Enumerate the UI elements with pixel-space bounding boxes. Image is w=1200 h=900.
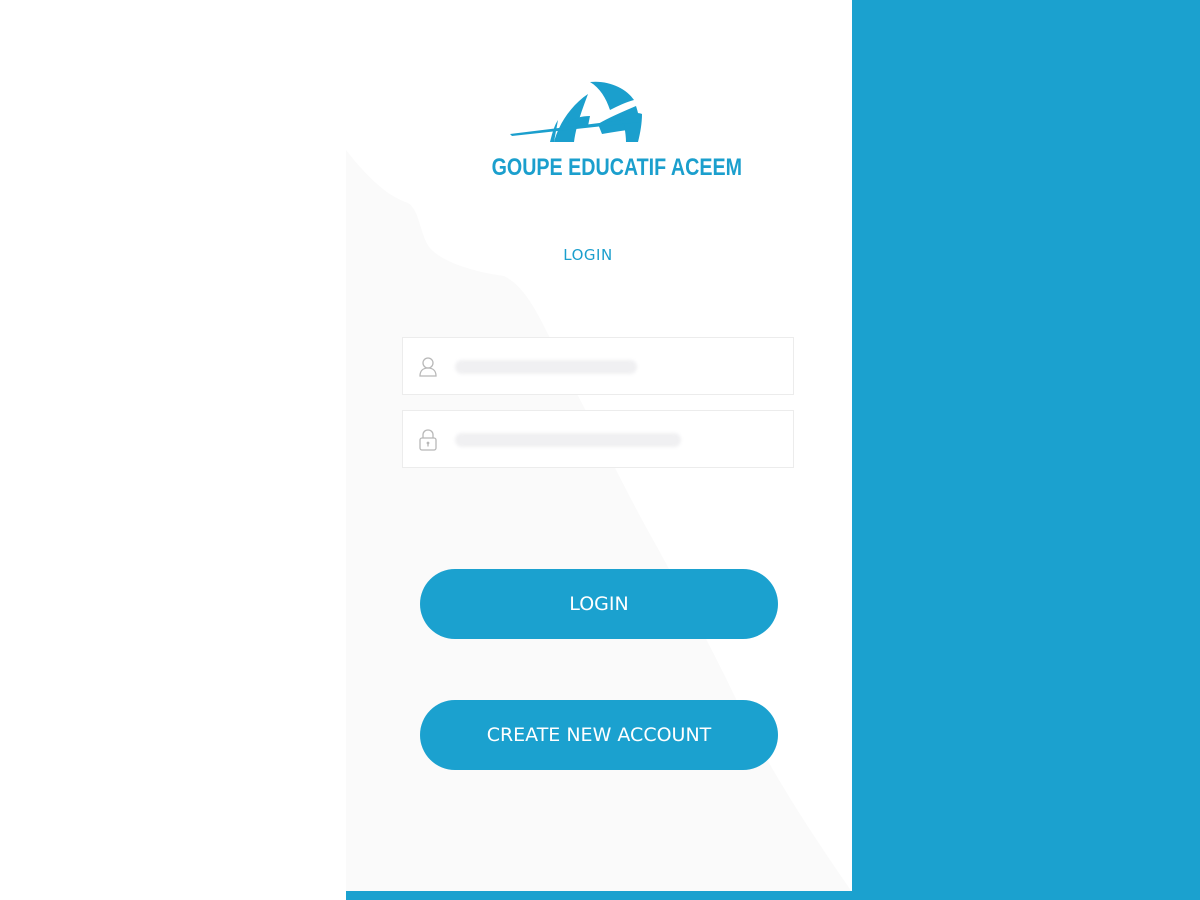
password-field[interactable] [402, 410, 794, 468]
login-page: GOUPE EDUCATIF ACEEM LOGIN LOGIN CREATE … [0, 0, 1200, 900]
bottom-accent-strip [346, 891, 1200, 900]
right-accent-panel [852, 0, 1200, 900]
brand-name: GOUPE EDUCATIF ACEEM [491, 154, 742, 181]
login-heading: LOGIN [563, 246, 613, 264]
username-input[interactable] [453, 346, 777, 388]
aceem-globe-icon [510, 81, 642, 142]
user-icon [418, 356, 438, 378]
brand-logo: GOUPE EDUCATIF ACEEM [470, 76, 742, 188]
username-field[interactable] [402, 337, 794, 395]
lock-icon [418, 429, 438, 451]
login-button[interactable]: LOGIN [420, 569, 778, 639]
create-account-button[interactable]: CREATE NEW ACCOUNT [420, 700, 778, 770]
password-input[interactable] [453, 419, 777, 461]
